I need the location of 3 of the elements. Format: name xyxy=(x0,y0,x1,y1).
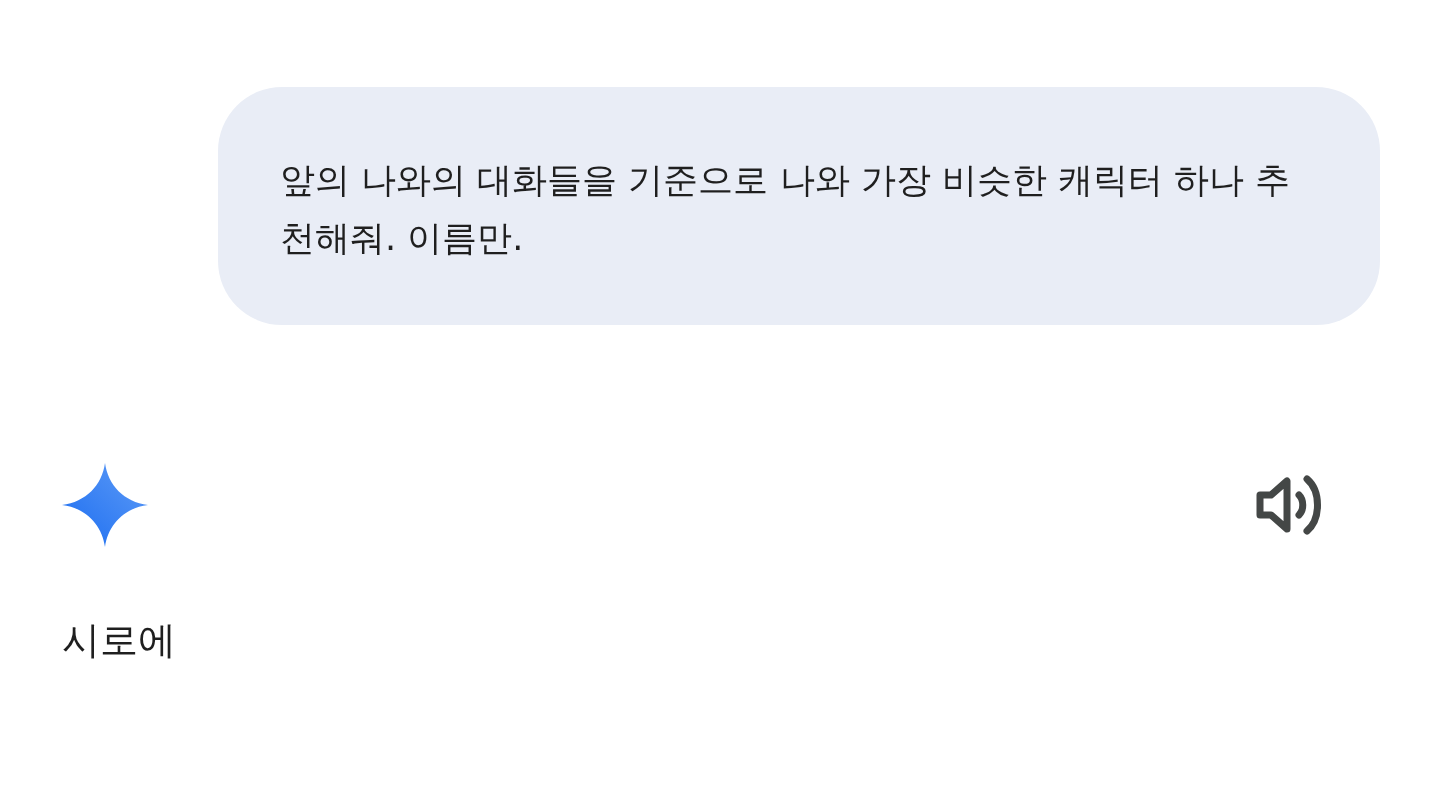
response-text: 시로에 xyxy=(62,617,177,664)
sparkle-icon xyxy=(62,463,148,547)
message-text: 앞의 나와의 대화들을 기준으로 나와 가장 비슷한 캐릭터 하나 추천해줘. 이름만. xyxy=(280,159,1292,260)
